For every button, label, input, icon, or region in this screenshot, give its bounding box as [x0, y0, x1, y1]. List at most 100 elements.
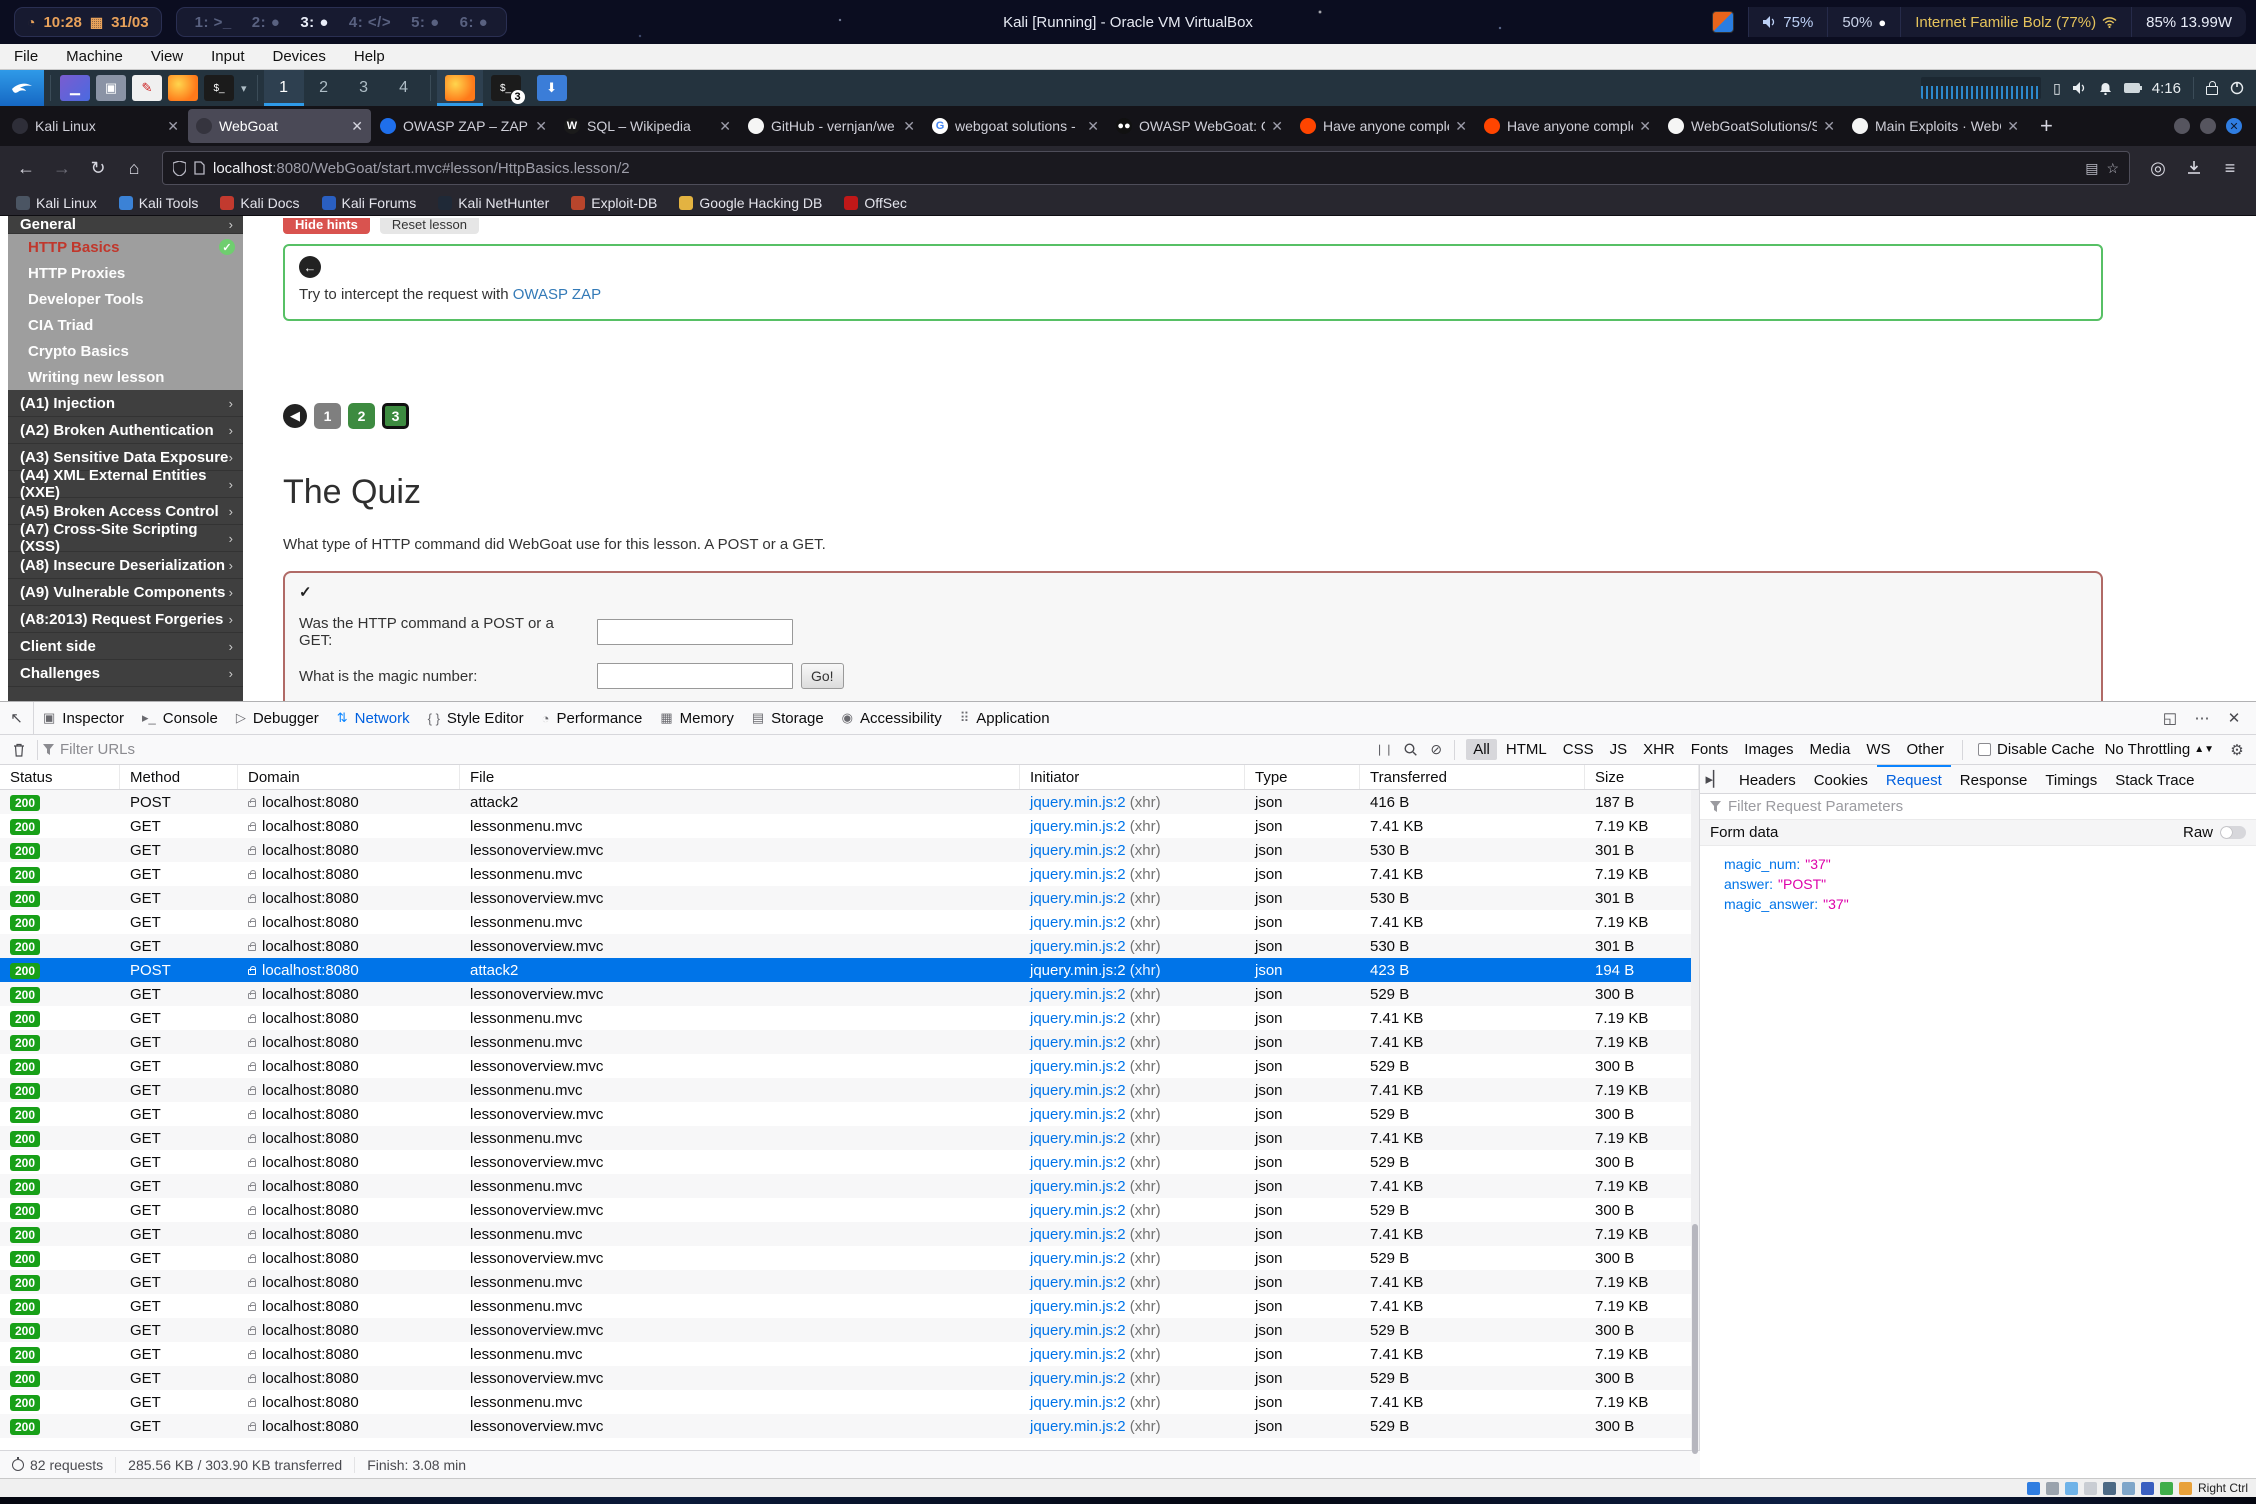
details-tab[interactable]: Stack Trace — [2106, 765, 2203, 793]
initiator-link[interactable]: jquery.min.js:2 — [1030, 890, 1126, 907]
sidebar-category[interactable]: (A2) Broken Authentication › — [8, 417, 243, 444]
app-window-icon[interactable]: ▁ — [60, 75, 90, 101]
initiator-link[interactable]: jquery.min.js:2 — [1030, 818, 1126, 835]
pagination-page-button[interactable]: 3 — [382, 403, 409, 429]
host-workspace-item[interactable]: 1: >_ — [189, 14, 238, 31]
initiator-link[interactable]: jquery.min.js:2 — [1030, 986, 1126, 1003]
initiator-link[interactable]: jquery.min.js:2 — [1030, 1346, 1126, 1363]
back-button[interactable]: ← — [10, 152, 42, 184]
initiator-link[interactable]: jquery.min.js:2 — [1030, 962, 1126, 979]
bookmark-item[interactable]: Kali Tools — [119, 195, 199, 211]
browser-tab[interactable]: OWASP ZAP – ZAP i ✕ — [372, 109, 555, 143]
vbox-menu-item[interactable]: Input — [211, 48, 244, 65]
host-network[interactable]: Internet Familie Bolz (77%) — [1900, 7, 2131, 37]
browser-tab[interactable]: G webgoat solutions - ✕ — [924, 109, 1107, 143]
search-icon[interactable] — [1397, 743, 1423, 756]
tab-close-icon[interactable]: ✕ — [903, 118, 915, 135]
initiator-link[interactable]: jquery.min.js:2 — [1030, 1250, 1126, 1267]
vbox-menu-item[interactable]: Devices — [273, 48, 326, 65]
reader-mode-icon[interactable]: ▤ — [2085, 160, 2098, 177]
page-info-icon[interactable] — [194, 161, 205, 175]
url-bar[interactable]: localhost:8080/WebGoat/start.mvc#lesson/… — [162, 151, 2130, 185]
go-button[interactable]: Go! — [801, 663, 844, 689]
lock-screen-icon[interactable] — [2206, 86, 2218, 95]
devtools-tool-tab[interactable]: ◉ Accessibility — [833, 702, 951, 734]
notification-bell-icon[interactable] — [2099, 82, 2112, 95]
initiator-link[interactable]: jquery.min.js:2 — [1030, 1298, 1126, 1315]
sidebar-category[interactable]: (A1) Injection › — [8, 390, 243, 417]
request-row[interactable]: 200 GET localhost:8080 lessonoverview.mv… — [0, 1054, 1699, 1078]
url-text[interactable]: localhost:8080/WebGoat/start.mvc#lesson/… — [213, 160, 2077, 177]
details-tab[interactable]: Headers — [1730, 765, 1805, 793]
home-button[interactable]: ⌂ — [118, 152, 150, 184]
terminal-launcher-icon[interactable]: $_ — [204, 75, 234, 101]
devtools-close-icon[interactable]: ✕ — [2220, 706, 2248, 730]
request-row[interactable]: 200 GET localhost:8080 lessonmenu.mvc jq… — [0, 1174, 1699, 1198]
tab-close-icon[interactable]: ✕ — [1639, 118, 1651, 135]
devtools-tool-tab[interactable]: ⇅ Network — [328, 702, 419, 734]
request-row[interactable]: 200 GET localhost:8080 lessonoverview.mv… — [0, 934, 1699, 958]
request-row[interactable]: 200 GET localhost:8080 lessonmenu.mvc jq… — [0, 1030, 1699, 1054]
cpu-graph[interactable] — [1921, 77, 2041, 99]
owasp-zap-link[interactable]: OWASP ZAP — [513, 286, 601, 303]
bookmark-item[interactable]: Kali Linux — [16, 195, 97, 211]
tab-close-icon[interactable]: ✕ — [2007, 118, 2019, 135]
kali-workspace-number[interactable]: 4 — [384, 70, 424, 106]
type-filter-button[interactable]: JS — [1603, 739, 1635, 760]
bookmark-item[interactable]: Kali Docs — [220, 195, 299, 211]
initiator-link[interactable]: jquery.min.js:2 — [1030, 1034, 1126, 1051]
devtools-tool-tab[interactable]: ▷ Debugger — [227, 702, 328, 734]
firefox-launcher-icon[interactable] — [168, 75, 198, 101]
type-filter-button[interactable]: All — [1466, 739, 1497, 760]
host-power[interactable]: 85% 13.99W — [2131, 7, 2246, 37]
type-filter-button[interactable]: Media — [1802, 739, 1857, 760]
initiator-link[interactable]: jquery.min.js:2 — [1030, 1226, 1126, 1243]
responsive-design-icon[interactable]: ◱ — [2156, 706, 2184, 730]
col-transferred[interactable]: Transferred — [1360, 765, 1585, 789]
initiator-link[interactable]: jquery.min.js:2 — [1030, 842, 1126, 859]
host-volume[interactable]: 75% — [1748, 7, 1827, 37]
bookmark-item[interactable]: OffSec — [844, 195, 907, 211]
devtools-tool-tab[interactable]: ▣ Inspector — [34, 702, 133, 734]
devtools-tool-tab[interactable]: ⠿ Application — [951, 702, 1059, 734]
block-requests-icon[interactable]: ⊘ — [1423, 741, 1449, 758]
host-workspaces[interactable]: 1: >_2: ●3: ●4: </>5: ●6: ● — [176, 7, 508, 37]
col-method[interactable]: Method — [120, 765, 238, 789]
initiator-link[interactable]: jquery.min.js:2 — [1030, 1010, 1126, 1027]
tab-close-icon[interactable]: ✕ — [535, 118, 547, 135]
devtools-menu-icon[interactable]: ⋯ — [2188, 706, 2216, 730]
form-data-param[interactable]: magic_answer: "37" — [1724, 894, 2256, 914]
request-list-scrollbar[interactable] — [1691, 790, 1699, 1450]
sidebar-lesson-item[interactable]: HTTP Proxies ✓ — [8, 260, 243, 286]
tab-close-icon[interactable]: ✕ — [167, 118, 179, 135]
request-row[interactable]: 200 GET localhost:8080 lessonoverview.mv… — [0, 1102, 1699, 1126]
type-filter-button[interactable]: WS — [1859, 739, 1897, 760]
pagination-page-button[interactable]: 2 — [348, 403, 375, 429]
browser-tab[interactable]: Main Exploits · WebG ✕ — [1844, 109, 2027, 143]
col-type[interactable]: Type — [1245, 765, 1360, 789]
network-settings-gear-icon[interactable]: ⚙ — [2224, 741, 2250, 759]
tab-close-icon[interactable]: ✕ — [1271, 118, 1283, 135]
magic-number-input[interactable] — [597, 663, 793, 689]
scrollbar-thumb[interactable] — [1692, 1224, 1698, 1454]
type-filter-button[interactable]: Fonts — [1684, 739, 1736, 760]
request-row[interactable]: 200 GET localhost:8080 lessonoverview.mv… — [0, 1318, 1699, 1342]
browser-tab[interactable]: GitHub - vernjan/we ✕ — [740, 109, 923, 143]
initiator-link[interactable]: jquery.min.js:2 — [1030, 1418, 1126, 1435]
col-size[interactable]: Size — [1585, 765, 1699, 789]
request-row[interactable]: 200 GET localhost:8080 lessonmenu.mvc jq… — [0, 1294, 1699, 1318]
raw-toggle[interactable] — [2220, 826, 2246, 839]
request-row[interactable]: 200 POST localhost:8080 attack2 jquery.m… — [0, 790, 1699, 814]
form-data-param[interactable]: answer: "POST" — [1724, 874, 2256, 894]
battery-icon[interactable] — [2124, 83, 2140, 93]
request-row[interactable]: 200 GET localhost:8080 lessonoverview.mv… — [0, 1366, 1699, 1390]
request-row[interactable]: 200 POST localhost:8080 attack2 jquery.m… — [0, 958, 1699, 982]
request-row[interactable]: 200 GET localhost:8080 lessonmenu.mvc jq… — [0, 1390, 1699, 1414]
menu-hamburger-icon[interactable]: ≡ — [2214, 152, 2246, 184]
request-row[interactable]: 200 GET localhost:8080 lessonmenu.mvc jq… — [0, 814, 1699, 838]
kali-workspace-number[interactable]: 3 — [344, 70, 384, 106]
initiator-link[interactable]: jquery.min.js:2 — [1030, 1394, 1126, 1411]
col-file[interactable]: File — [460, 765, 1020, 789]
type-filter-button[interactable]: Images — [1737, 739, 1800, 760]
clipboard-icon[interactable]: ▯ — [2053, 80, 2061, 97]
